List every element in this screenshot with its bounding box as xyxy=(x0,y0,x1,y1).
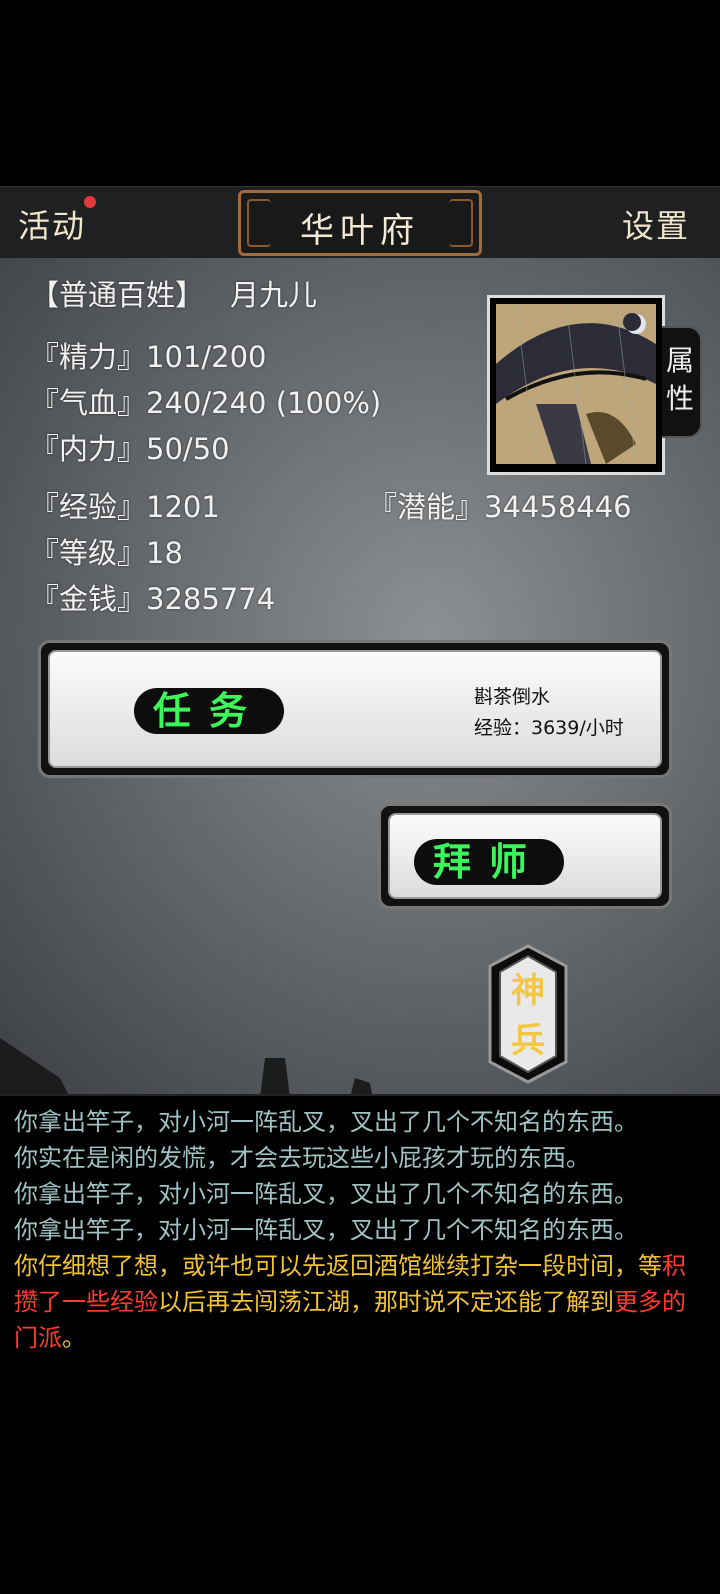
task-label: 任务 xyxy=(134,688,284,734)
location-plaque: 华叶府 xyxy=(238,190,482,256)
stat-potential: 『潜能』34458446 xyxy=(368,490,632,524)
apprentice-button-face: 拜师 xyxy=(388,813,662,899)
stat-energy: 『精力』101/200 xyxy=(30,340,267,374)
stat-level: 『等级』18 xyxy=(30,536,183,570)
message-log: 你拿出竿子，对小河一阵乱叉，叉出了几个不知名的东西。 你实在是闲的发慌，才会去玩… xyxy=(0,1094,720,1594)
attributes-tab-char-2: 性 xyxy=(665,382,694,415)
rank-label: 【普通百姓】 xyxy=(30,278,205,312)
rooftop-silhouette xyxy=(0,1038,372,1094)
character-name: 月九儿 xyxy=(230,278,318,312)
apprentice-label: 拜师 xyxy=(414,839,564,885)
log-hint: 你仔细想了想，或许也可以先返回酒馆继续打杂一段时间，等积攒了一些经验以后再去闯荡… xyxy=(14,1252,686,1352)
attributes-tab[interactable]: 属 性 xyxy=(662,326,702,438)
divine-weapon-label: 神 兵 xyxy=(511,971,545,1061)
stat-inner-power: 『内力』50/50 xyxy=(30,432,230,466)
task-name: 斟茶倒水 xyxy=(474,686,551,708)
log-line: 你拿出竿子，对小河一阵乱叉，叉出了几个不知名的东西。 xyxy=(14,1180,638,1208)
attributes-tab-char-1: 属 xyxy=(665,344,694,377)
task-exp-rate: 经验：3639/小时 xyxy=(474,717,624,739)
task-button-face: 任务 斟茶倒水 经验：3639/小时 xyxy=(48,650,662,768)
stat-experience: 『经验』1201 xyxy=(30,490,220,524)
divine-weapon-button[interactable]: 神 兵 xyxy=(486,944,570,1084)
activity-button[interactable]: 活动 xyxy=(18,201,86,247)
task-details: 斟茶倒水 经验：3639/小时 xyxy=(474,682,624,744)
apprentice-button[interactable]: 拜师 xyxy=(378,803,672,909)
notification-dot-icon xyxy=(84,196,96,208)
location-title: 华叶府 xyxy=(300,211,420,251)
settings-button[interactable]: 设置 xyxy=(622,201,690,247)
stat-money: 『金钱』3285774 xyxy=(30,582,276,616)
log-line: 你拿出竿子，对小河一阵乱叉，叉出了几个不知名的东西。 xyxy=(14,1108,638,1136)
character-avatar[interactable] xyxy=(487,295,665,475)
stat-health: 『气血』240/240 (100%) xyxy=(30,386,382,420)
swordsman-portrait-icon xyxy=(496,304,656,464)
log-line: 你实在是闲的发慌，才会去玩这些小屁孩才玩的东西。 xyxy=(14,1144,590,1172)
task-button[interactable]: 任务 斟茶倒水 经验：3639/小时 xyxy=(38,640,672,778)
log-line: 你拿出竿子，对小河一阵乱叉，叉出了几个不知名的东西。 xyxy=(14,1216,638,1244)
